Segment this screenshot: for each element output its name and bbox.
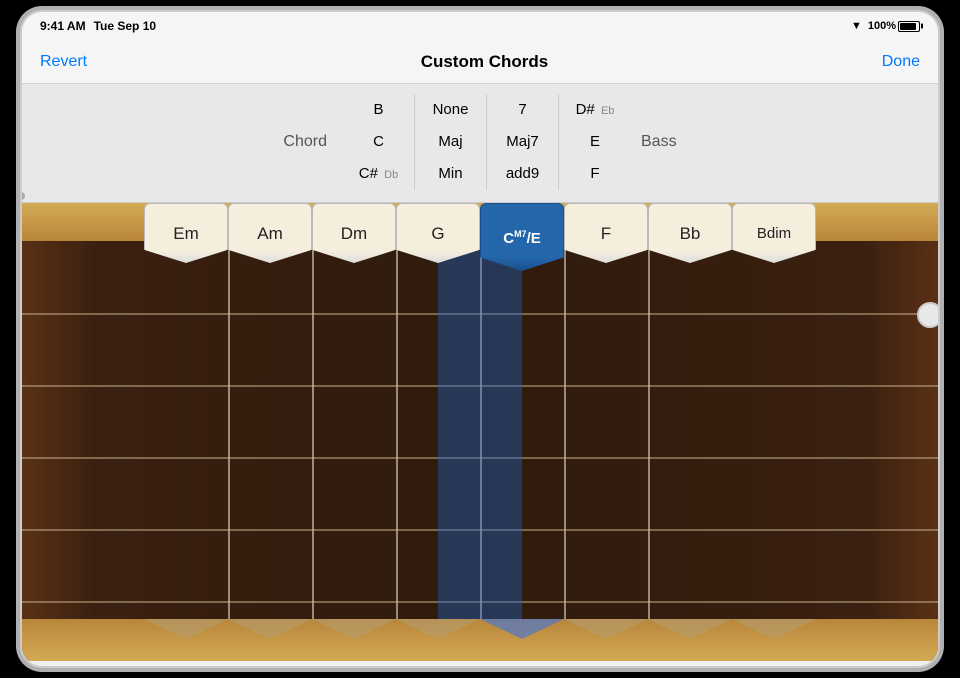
picker-item[interactable]: F xyxy=(559,158,631,190)
chord-key-shape-bdim: Bdim xyxy=(732,203,816,263)
picker-item[interactable]: 7 xyxy=(487,94,558,126)
chord-key-shape-dm: Dm xyxy=(312,203,396,263)
status-date: Tue Sep 10 xyxy=(94,19,156,33)
picker-item[interactable]: Min xyxy=(415,158,486,190)
picker-item[interactable]: D# Eb xyxy=(559,94,631,126)
chord-key-bb[interactable]: Bb xyxy=(648,203,732,263)
picker-item[interactable]: C xyxy=(343,126,414,158)
picker-item[interactable]: Maj xyxy=(415,126,486,158)
chord-key-bdim[interactable]: Bdim xyxy=(732,203,816,263)
chord-key-shape-bb: Bb xyxy=(648,203,732,263)
key-pointer-em xyxy=(144,619,228,639)
guitar-neck-area: Em Am Dm G xyxy=(22,203,938,661)
status-bar: 9:41 AM Tue Sep 10 ▼ 100% xyxy=(22,12,938,40)
chord-key-shape-am: Am xyxy=(228,203,312,263)
status-time: 9:41 AM xyxy=(40,19,86,33)
chord-name-dm: Dm xyxy=(341,224,367,244)
battery-percent: 100% xyxy=(868,20,896,32)
chord-picker: Chord B C C# Db None Maj Min 7 Maj7 add9 xyxy=(22,84,938,203)
chord-key-em[interactable]: Em xyxy=(144,203,228,263)
wifi-icon: ▼ xyxy=(851,20,862,32)
ipad-frame: 9:41 AM Tue Sep 10 ▼ 100% Revert Custom … xyxy=(20,10,940,668)
string-line xyxy=(396,203,398,661)
chord-key-am[interactable]: Am xyxy=(228,203,312,263)
key-pointer-f xyxy=(564,619,648,639)
picker-item[interactable]: B xyxy=(343,94,414,126)
chord-name-f: F xyxy=(601,224,611,244)
chord-name-em: Em xyxy=(173,224,199,244)
done-button[interactable]: Done xyxy=(882,53,920,71)
key-pointer-bdim xyxy=(732,619,816,639)
string-line xyxy=(312,203,314,661)
string-line xyxy=(228,203,230,661)
chord-name-am: Am xyxy=(257,224,283,244)
nav-bar: Revert Custom Chords Done xyxy=(22,40,938,84)
key-pointer-dm xyxy=(312,619,396,639)
chord-key-shape-g: G xyxy=(396,203,480,263)
chord-key-f[interactable]: F xyxy=(564,203,648,263)
key-pointer-cm7e xyxy=(480,619,564,639)
revert-button[interactable]: Revert xyxy=(40,53,87,71)
chord-key-shape-em: Em xyxy=(144,203,228,263)
picker-item[interactable]: C# Db xyxy=(343,158,414,190)
chord-key-shape-f: F xyxy=(564,203,648,263)
picker-item[interactable]: E xyxy=(559,126,631,158)
ipad-home-button[interactable] xyxy=(917,302,940,328)
battery-bar xyxy=(898,21,920,32)
picker-columns: B C C# Db None Maj Min 7 Maj7 add9 D# Eb… xyxy=(343,94,631,190)
chord-key-g[interactable]: G xyxy=(396,203,480,263)
chord-keys-row: Em Am Dm G xyxy=(22,203,938,271)
bass-label: Bass xyxy=(641,133,677,151)
picker-item[interactable]: add9 xyxy=(487,158,558,190)
picker-col-note: B C C# Db xyxy=(343,94,415,190)
key-pointer-bb xyxy=(648,619,732,639)
page-title: Custom Chords xyxy=(421,52,549,72)
string-line xyxy=(648,203,650,661)
chord-key-cm7e[interactable]: CM7/E xyxy=(480,203,564,271)
key-pointer-am xyxy=(228,619,312,639)
picker-col-note2: D# Eb E F xyxy=(559,94,631,190)
chord-name-cm7e: CM7/E xyxy=(503,229,541,247)
picker-col-extension: 7 Maj7 add9 xyxy=(487,94,559,190)
battery-fill xyxy=(900,23,916,30)
chord-name-bdim: Bdim xyxy=(757,225,791,242)
chord-name-g: G xyxy=(431,224,444,244)
chord-label: Chord xyxy=(283,133,327,151)
picker-item[interactable]: Maj7 xyxy=(487,126,558,158)
battery-indicator: 100% xyxy=(868,20,920,32)
picker-item[interactable]: None xyxy=(415,94,486,126)
picker-col-quality: None Maj Min xyxy=(415,94,487,190)
chord-key-shape-cm7e: CM7/E xyxy=(480,203,564,271)
key-pointer-g xyxy=(396,619,480,639)
string-line xyxy=(564,203,566,661)
chord-name-bb: Bb xyxy=(680,224,701,244)
chord-key-dm[interactable]: Dm xyxy=(312,203,396,263)
guitar-bridge xyxy=(22,619,938,661)
